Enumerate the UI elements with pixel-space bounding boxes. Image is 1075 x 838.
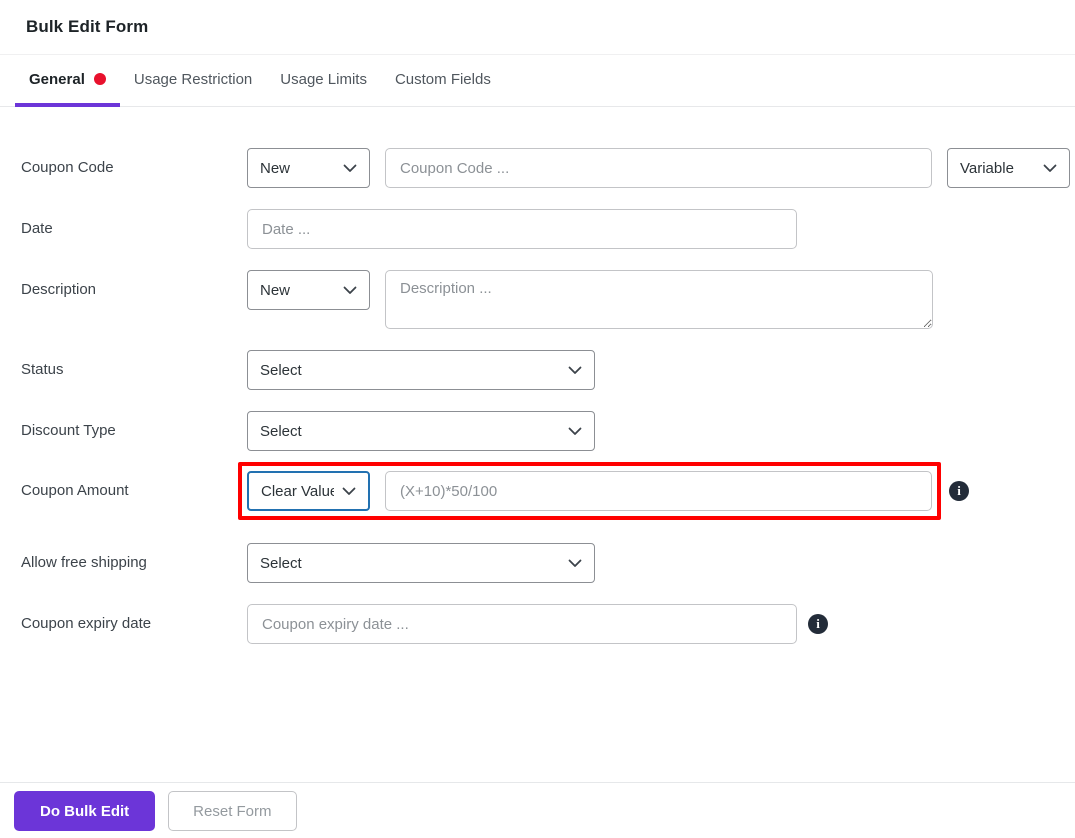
- coupon-amount-highlight-box: Clear Value: [238, 462, 941, 520]
- description-mode-select[interactable]: New: [247, 270, 370, 310]
- date-input[interactable]: [247, 209, 797, 249]
- discount-type-label: Discount Type: [21, 422, 116, 439]
- coupon-amount-mode-value: Clear Value: [261, 482, 334, 500]
- tab-usage-restriction-label: Usage Restriction: [133, 70, 253, 88]
- status-select[interactable]: Select: [247, 350, 595, 390]
- bulk-edit-form-window: Bulk Edit Form General Usage Restriction…: [0, 0, 1075, 838]
- discount-type-select[interactable]: Select: [247, 411, 595, 451]
- chevron-down-icon: [560, 362, 582, 379]
- coupon-amount-info-icon[interactable]: i: [949, 481, 969, 501]
- coupon-amount-mode-select[interactable]: Clear Value: [247, 471, 370, 511]
- chevron-down-icon: [334, 483, 356, 500]
- allow-free-shipping-label: Allow free shipping: [21, 554, 147, 571]
- coupon-code-type-select[interactable]: Variable: [947, 148, 1070, 188]
- page-title: Bulk Edit Form: [26, 17, 149, 36]
- description-mode-value: New: [260, 281, 291, 299]
- description-textarea[interactable]: [385, 270, 933, 329]
- status-select-value: Select: [260, 361, 302, 379]
- chevron-down-icon: [1035, 160, 1057, 177]
- row-allow-free-shipping: Allow free shipping Select: [21, 543, 1075, 583]
- row-discount-type: Discount Type Select: [21, 411, 1075, 451]
- tab-general[interactable]: General: [15, 55, 120, 107]
- row-coupon-amount: Coupon Amount Clear Value i: [21, 462, 1075, 520]
- do-bulk-edit-button[interactable]: Do Bulk Edit: [14, 791, 156, 831]
- coupon-code-type-value: Variable: [960, 159, 1014, 177]
- coupon-code-mode-value: New: [260, 159, 291, 177]
- unsaved-changes-dot-icon: [93, 73, 106, 85]
- form-footer: Do Bulk Edit Reset Form: [0, 782, 1075, 838]
- tab-bar: General Usage Restriction Usage Limits C…: [0, 55, 1075, 107]
- description-label: Description: [21, 281, 97, 298]
- coupon-code-mode-select[interactable]: New: [247, 148, 370, 188]
- discount-type-select-value: Select: [260, 422, 302, 440]
- header: Bulk Edit Form: [0, 0, 1075, 55]
- coupon-code-input[interactable]: [385, 148, 932, 188]
- coupon-expiry-date-input[interactable]: [247, 604, 797, 644]
- general-tab-panel: Coupon Code New Variable Date De: [0, 107, 1075, 782]
- coupon-amount-input[interactable]: [385, 471, 932, 511]
- row-coupon-code: Coupon Code New Variable: [21, 148, 1075, 188]
- chevron-down-icon: [560, 555, 582, 572]
- chevron-down-icon: [335, 282, 357, 299]
- allow-free-shipping-select[interactable]: Select: [247, 543, 595, 583]
- allow-free-shipping-select-value: Select: [260, 554, 302, 572]
- chevron-down-icon: [335, 160, 357, 177]
- row-description: Description New: [21, 270, 1075, 329]
- chevron-down-icon: [560, 423, 582, 440]
- status-label: Status: [21, 361, 64, 378]
- tab-custom-fields[interactable]: Custom Fields: [381, 55, 505, 107]
- coupon-expiry-date-label: Coupon expiry date: [21, 615, 152, 632]
- reset-form-button[interactable]: Reset Form: [168, 791, 297, 831]
- tab-usage-limits[interactable]: Usage Limits: [266, 55, 381, 107]
- tab-usage-restriction[interactable]: Usage Restriction: [120, 55, 266, 107]
- tab-general-label: General: [29, 70, 85, 88]
- date-label: Date: [21, 220, 53, 237]
- coupon-code-label: Coupon Code: [21, 159, 114, 176]
- row-status: Status Select: [21, 350, 1075, 390]
- tab-custom-fields-label: Custom Fields: [394, 70, 491, 88]
- row-date: Date: [21, 209, 1075, 249]
- coupon-amount-label: Coupon Amount: [21, 482, 129, 499]
- coupon-expiry-date-info-icon[interactable]: i: [808, 614, 828, 634]
- row-coupon-expiry-date: Coupon expiry date i: [21, 604, 1075, 644]
- tab-usage-limits-label: Usage Limits: [280, 70, 367, 88]
